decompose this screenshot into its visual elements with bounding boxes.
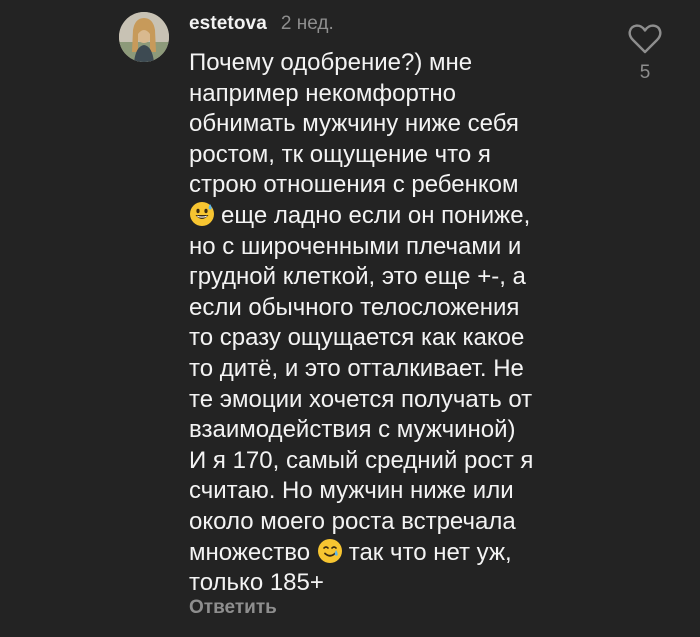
comment-line: например некомфортно <box>189 79 456 107</box>
comment-line-text: еще ладно если он пониже, <box>221 201 531 229</box>
comment-line: то дитё, и это отталкивает. Не <box>189 354 524 382</box>
comment-text: Почему одобрение?) мне например некомфор… <box>189 48 579 599</box>
timestamp: 2 нед. <box>280 13 334 34</box>
comment-line-text: так что нет уж, <box>348 538 512 566</box>
smiling-tear-emoji <box>317 538 343 564</box>
avatar[interactable] <box>119 12 169 62</box>
comment-line: если обычного телосложения <box>189 293 520 321</box>
comment-line: обнимать мужчину ниже себя <box>189 110 519 138</box>
comment-line-text: множество <box>189 538 311 566</box>
comment-line: И я 170, самый средний рост я <box>189 446 534 474</box>
comment-line: множество так что нет уж, <box>189 538 579 569</box>
comment-line: только 185+ <box>189 569 324 597</box>
like-button[interactable] <box>628 24 662 54</box>
comment-line: строю отношения с ребенком <box>189 171 519 199</box>
grinning-sweat-emoji <box>189 201 215 227</box>
comment-line: Почему одобрение?) мне <box>189 49 473 76</box>
comment-line: те эмоции хочется получать от <box>189 385 533 413</box>
heart-outline-icon <box>628 24 662 54</box>
comment-line: то сразу ощущается как какое <box>189 324 525 352</box>
comment-line: еще ладно если он пониже, <box>189 201 579 232</box>
comment-header: estetova 2 нед. <box>189 13 334 37</box>
comment: estetova 2 нед. Почему одобрение?) мне н… <box>0 0 700 637</box>
username[interactable]: estetova <box>189 13 267 35</box>
comment-line: но с широченными плечами и <box>189 232 522 260</box>
comment-line: взаимодействия с мужчиной) <box>189 416 516 444</box>
reply-button[interactable]: Ответить <box>189 597 277 619</box>
comment-line: ростом, тк ощущение что я <box>189 140 491 168</box>
comment-line: грудной клеткой, это еще +-, а <box>189 263 526 291</box>
comment-line: около моего роста встречала <box>189 507 516 535</box>
like-count: 5 <box>639 62 651 83</box>
comment-line: считаю. Но мужчин ниже или <box>189 477 514 505</box>
